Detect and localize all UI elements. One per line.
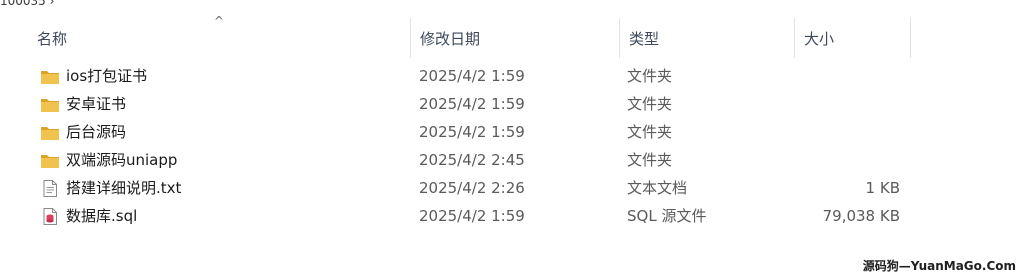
file-size [796, 63, 900, 90]
file-name-cell: 搭建详细说明.txt [40, 175, 400, 202]
column-header-type[interactable]: 类型 [619, 18, 794, 58]
column-header-size[interactable]: 大小 [794, 18, 910, 58]
file-name-cell: 数据库.sql [40, 203, 400, 230]
file-size [796, 119, 900, 146]
file-name-cell: 后台源码 [40, 119, 400, 146]
column-header-size-label: 大小 [804, 29, 835, 48]
file-size [796, 147, 900, 174]
file-type: SQL 源文件 [627, 207, 707, 225]
file-size: 79,038 KB [822, 207, 900, 225]
file-type: 文件夹 [627, 123, 673, 141]
column-header-bar: ^ 名称 修改日期 类型 大小 [0, 14, 1024, 58]
file-name: 搭建详细说明.txt [66, 179, 182, 197]
file-date: 2025/4/2 2:26 [419, 179, 525, 197]
column-header-name[interactable]: 名称 [27, 18, 411, 58]
file-row[interactable]: 安卓证书 2025/4/2 1:59 文件夹 [30, 91, 920, 118]
folder-icon [41, 127, 59, 140]
column-header-date-label: 修改日期 [420, 29, 481, 48]
file-row[interactable]: ios打包证书 2025/4/2 1:59 文件夹 [30, 63, 920, 90]
file-size [796, 91, 900, 118]
file-type: 文件夹 [627, 151, 673, 169]
text-file-icon [43, 180, 57, 197]
file-name-cell: 安卓证书 [40, 91, 400, 118]
column-header-name-label: 名称 [37, 29, 68, 48]
file-size: 1 KB [865, 179, 900, 197]
file-type: 文本文档 [627, 179, 688, 197]
file-type: 文件夹 [627, 95, 673, 113]
file-type: 文件夹 [627, 67, 673, 85]
file-name: 双端源码uniapp [66, 151, 178, 169]
file-row[interactable]: 搭建详细说明.txt 2025/4/2 2:26 文本文档 1 KB [30, 175, 920, 202]
file-name: 后台源码 [66, 123, 127, 141]
file-name-cell: ios打包证书 [40, 63, 400, 90]
file-name: 安卓证书 [66, 95, 127, 113]
column-header-date[interactable]: 修改日期 [410, 18, 619, 58]
address-strip: 100035 › [0, 0, 1024, 16]
column-divider[interactable] [910, 18, 911, 58]
file-name-cell: 双端源码uniapp [40, 147, 400, 174]
file-date: 2025/4/2 1:59 [419, 207, 525, 225]
file-row[interactable]: 后台源码 2025/4/2 1:59 文件夹 [30, 119, 920, 146]
file-date: 2025/4/2 1:59 [419, 67, 525, 85]
breadcrumb[interactable]: 100035 › [0, 0, 54, 8]
file-date: 2025/4/2 1:59 [419, 123, 525, 141]
file-name: 数据库.sql [66, 207, 138, 225]
watermark: 源码狗—YuanMaGo.Com [862, 259, 1016, 273]
file-name: ios打包证书 [66, 67, 148, 85]
file-row[interactable]: 数据库.sql 2025/4/2 1:59 SQL 源文件 79,038 KB [30, 203, 920, 230]
folder-icon [41, 155, 59, 168]
file-date: 2025/4/2 1:59 [419, 95, 525, 113]
file-row[interactable]: 双端源码uniapp 2025/4/2 2:45 文件夹 [30, 147, 920, 174]
sql-file-icon [43, 208, 57, 225]
folder-icon [41, 99, 59, 112]
folder-icon [41, 71, 59, 84]
file-date: 2025/4/2 2:45 [419, 151, 525, 169]
column-header-type-label: 类型 [629, 29, 660, 48]
